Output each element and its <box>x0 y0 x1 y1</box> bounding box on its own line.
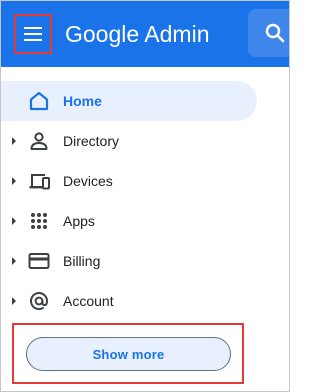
hamburger-menu-icon <box>24 27 42 41</box>
sidebar-item-label: Devices <box>63 173 113 189</box>
apps-grid-icon <box>31 213 47 229</box>
sidebar-item-label: Billing <box>63 253 101 269</box>
sidebar-item-label: Home <box>63 93 102 109</box>
devices-icon <box>29 174 50 190</box>
caret-right-icon[interactable] <box>10 216 18 226</box>
sidebar-item-account[interactable]: Account <box>1 281 289 321</box>
home-icon <box>29 91 49 111</box>
sidebar-item-home[interactable]: Home <box>1 81 257 121</box>
caret-right-icon[interactable] <box>10 296 18 306</box>
sidebar-item-billing[interactable]: Billing <box>1 241 289 281</box>
show-more-button[interactable]: Show more <box>26 337 231 371</box>
caret-right-icon[interactable] <box>10 136 18 146</box>
app-title: Google Admin <box>65 21 210 47</box>
search-button[interactable] <box>248 9 289 57</box>
main-menu-button[interactable] <box>14 14 52 54</box>
search-icon <box>265 23 285 43</box>
caret-right-icon[interactable] <box>10 256 18 266</box>
sidebar-item-label: Apps <box>63 213 95 229</box>
sidebar-item-directory[interactable]: Directory <box>1 121 289 161</box>
credit-card-icon <box>28 253 50 269</box>
sidebar-nav: Home Directory Devices Apps Billing Acco… <box>1 81 289 321</box>
at-sign-icon <box>30 292 49 311</box>
sidebar-item-label: Directory <box>63 133 120 149</box>
sidebar-item-label: Account <box>63 293 114 309</box>
sidebar-item-apps[interactable]: Apps <box>1 201 289 241</box>
app-header: Google Admin <box>1 1 289 67</box>
person-icon <box>30 132 48 150</box>
admin-sidebar-panel: Google Admin Home Directory Devices Apps… <box>0 0 290 392</box>
sidebar-item-devices[interactable]: Devices <box>1 161 289 201</box>
caret-right-icon[interactable] <box>10 176 18 186</box>
